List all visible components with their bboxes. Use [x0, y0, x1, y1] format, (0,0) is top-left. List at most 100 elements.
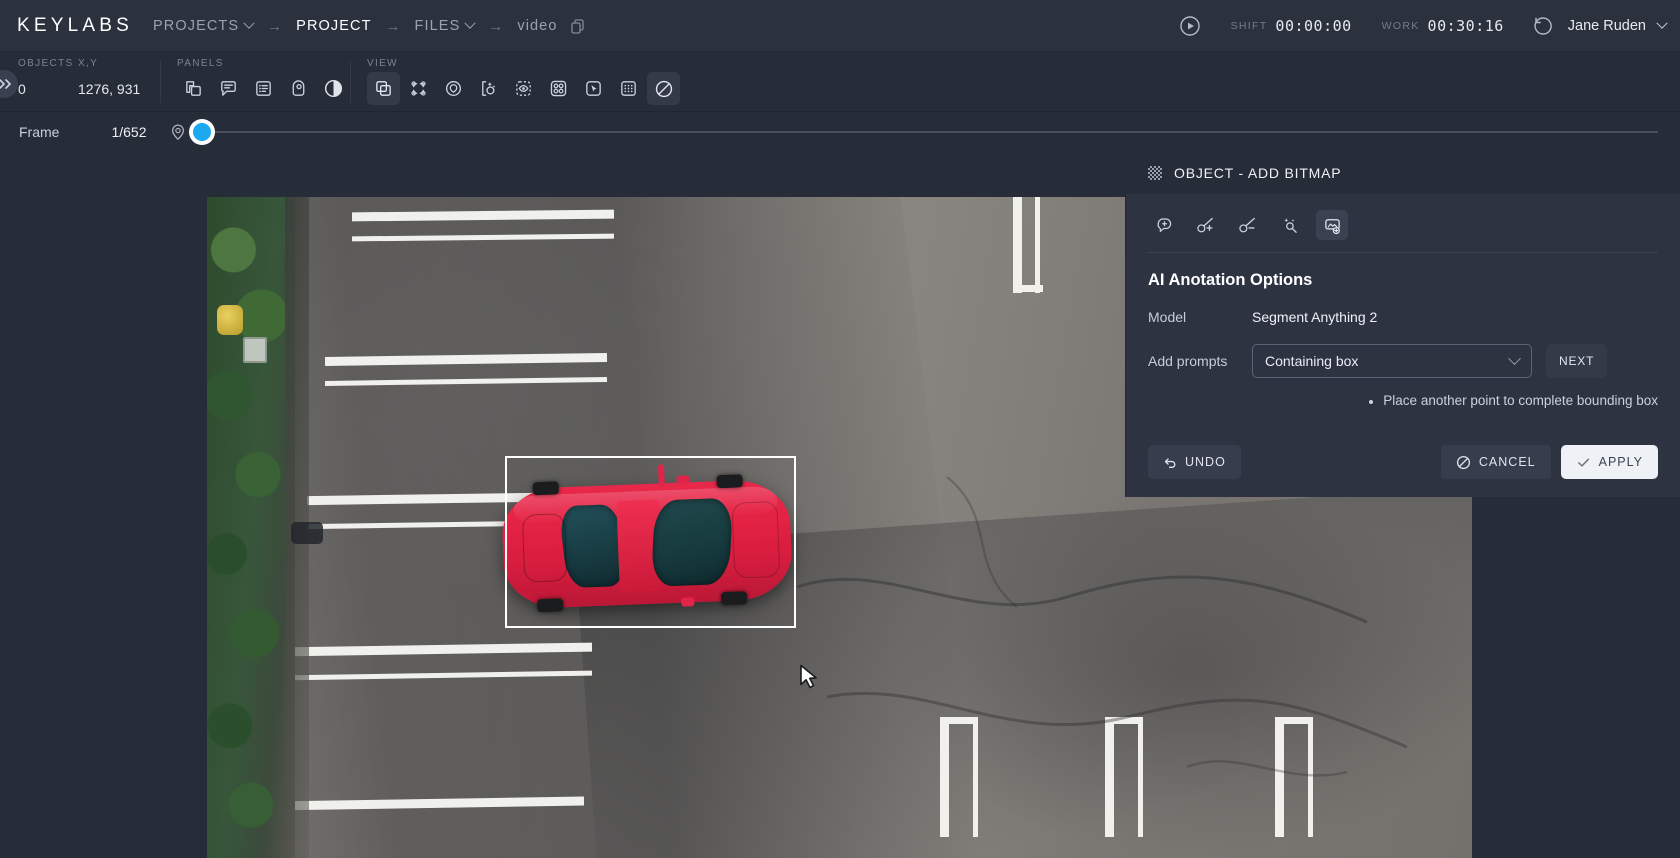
view-group: VIEW [351, 52, 680, 112]
breadcrumb-arrow-2: → [385, 17, 401, 35]
user-name[interactable]: Jane Ruden [1568, 18, 1646, 34]
duplicate-layers-icon[interactable] [367, 72, 400, 105]
breadcrumb-projects[interactable]: PROJECTS [153, 17, 255, 34]
shield-check-icon[interactable] [437, 72, 470, 105]
dark-vehicle [291, 522, 323, 544]
shapes-panel-icon[interactable] [177, 72, 210, 105]
view-icon-row [367, 72, 680, 105]
add-prompts-label: Add prompts [1148, 353, 1228, 369]
xy-readout: X,Y 1276, 931 [78, 52, 160, 112]
panels-icon-row [177, 72, 350, 105]
copy-icon[interactable] [570, 18, 585, 34]
ai-bitmap-icon[interactable] [1316, 210, 1348, 240]
parking-stripe [1013, 285, 1043, 292]
panels-label: PANELS [177, 58, 224, 69]
model-label: Model [1148, 309, 1187, 325]
panel-title: OBJECT - ADD BITMAP [1174, 165, 1342, 181]
xy-label: X,Y [78, 58, 99, 69]
hint-list: Place another point to complete bounding… [1126, 393, 1680, 408]
vertices-icon[interactable] [402, 72, 435, 105]
add-prompts-value: Containing box [1265, 353, 1359, 369]
play-circle-icon[interactable] [1179, 15, 1201, 37]
signage-box [243, 337, 267, 363]
cancel-button[interactable]: CANCEL [1440, 445, 1551, 479]
grid-icon[interactable] [612, 72, 645, 105]
parking-stripe [1035, 197, 1040, 293]
pavement-cracks [796, 476, 1408, 777]
breadcrumb: PROJECTS → PROJECT → FILES → video [153, 18, 585, 35]
breadcrumb-video[interactable]: video [517, 18, 584, 34]
shift-timer-label: SHIFT [1230, 20, 1268, 32]
hint-item: Place another point to complete bounding… [1367, 393, 1658, 408]
section-title: AI Anotation Options [1148, 271, 1313, 289]
four-circles-icon[interactable] [542, 72, 575, 105]
chevron-down-icon [464, 17, 477, 29]
breadcrumb-project-label: PROJECT [296, 18, 372, 34]
panel-actions-right: CANCEL APPLY [1440, 445, 1658, 479]
checker-bitmap-icon [1148, 166, 1162, 180]
object-add-bitmap-panel: OBJECT - ADD BITMAP AI Anotation Options… [1126, 152, 1680, 497]
apply-button[interactable]: APPLY [1560, 445, 1658, 479]
breadcrumb-files[interactable]: FILES [414, 17, 477, 34]
breadcrumb-project[interactable]: PROJECT [296, 18, 371, 34]
apply-button-label: APPLY [1598, 455, 1643, 469]
breadcrumb-arrow-1: → [267, 17, 283, 35]
next-button[interactable]: NEXT [1546, 344, 1608, 378]
panel-header: OBJECT - ADD BITMAP [1126, 152, 1680, 194]
objects-label: OBJECTS [18, 58, 74, 69]
undo-circle-icon[interactable] [1532, 15, 1554, 37]
undo-button[interactable]: UNDO [1148, 445, 1241, 479]
shift-timer-value: 00:00:00 [1275, 17, 1352, 35]
panel-actions: UNDO CANCEL APPLY [1126, 445, 1680, 479]
shift-timer: SHIFT 00:00:00 [1231, 17, 1352, 35]
work-timer: WORK 00:30:16 [1382, 17, 1504, 35]
brush-subtract-icon[interactable] [1232, 210, 1264, 240]
top-header: KEYLABS PROJECTS → PROJECT → FILES → vid… [0, 0, 1680, 52]
chevron-down-icon[interactable] [1656, 17, 1668, 29]
hedge-strip [207, 197, 295, 858]
frame-value: 1/652 [111, 124, 147, 140]
double-chevron-right-icon [0, 79, 11, 89]
keyframe-marker-icon[interactable] [169, 123, 187, 141]
check-icon [1577, 458, 1589, 467]
frame-slider-track[interactable] [192, 123, 1658, 141]
model-row: Model Segment Anything 2 [1126, 309, 1680, 325]
comments-panel-icon[interactable] [212, 72, 245, 105]
panels-group: PANELS [161, 52, 350, 112]
magic-wand-icon[interactable] [1274, 210, 1306, 240]
cursor-box-icon[interactable] [577, 72, 610, 105]
magic-select-icon[interactable] [472, 72, 505, 105]
xy-value: 1276, 931 [78, 80, 141, 97]
no-fill-icon[interactable] [647, 72, 680, 105]
view-label: VIEW [367, 58, 398, 69]
add-prompts-row: Add prompts Containing box NEXT [1126, 344, 1680, 378]
frame-label: Frame [19, 124, 60, 140]
undo-button-label: UNDO [1185, 455, 1226, 469]
breadcrumb-video-label: video [517, 18, 558, 34]
chevron-down-icon [1508, 351, 1521, 365]
arrow-cursor [799, 664, 819, 690]
app-logo[interactable]: KEYLABS [17, 15, 133, 37]
breadcrumb-files-label: FILES [414, 18, 461, 34]
main-toolbar: OBJECTS 0 X,Y 1276, 931 PANELS VIEW [0, 52, 1680, 112]
contrast-icon[interactable] [317, 72, 350, 105]
eye-dashed-icon[interactable] [507, 72, 540, 105]
bounding-box-annotation[interactable] [505, 456, 796, 628]
yellow-marker [217, 305, 243, 335]
frame-slider-knob[interactable] [192, 123, 211, 141]
chevron-down-icon [243, 17, 255, 29]
brush-add-icon[interactable] [1190, 210, 1222, 240]
frame-bar: Frame 1/652 [0, 112, 1680, 152]
app-root: KEYLABS PROJECTS → PROJECT → FILES → vid… [0, 0, 1680, 858]
list-panel-icon[interactable] [247, 72, 280, 105]
breadcrumb-arrow-3: → [488, 17, 504, 35]
frame-slider-wrap [169, 123, 1658, 141]
lock-panel-icon[interactable] [282, 72, 315, 105]
breadcrumb-projects-label: PROJECTS [153, 18, 240, 34]
header-right-group: SHIFT 00:00:00 WORK 00:30:16 Jane Ruden [1179, 0, 1680, 52]
point-prompt-icon[interactable] [1148, 210, 1180, 240]
work-timer-value: 00:30:16 [1427, 17, 1504, 35]
undo-arrow-icon [1164, 458, 1176, 468]
add-prompts-select[interactable]: Containing box [1252, 344, 1532, 378]
model-value: Segment Anything 2 [1252, 309, 1378, 325]
